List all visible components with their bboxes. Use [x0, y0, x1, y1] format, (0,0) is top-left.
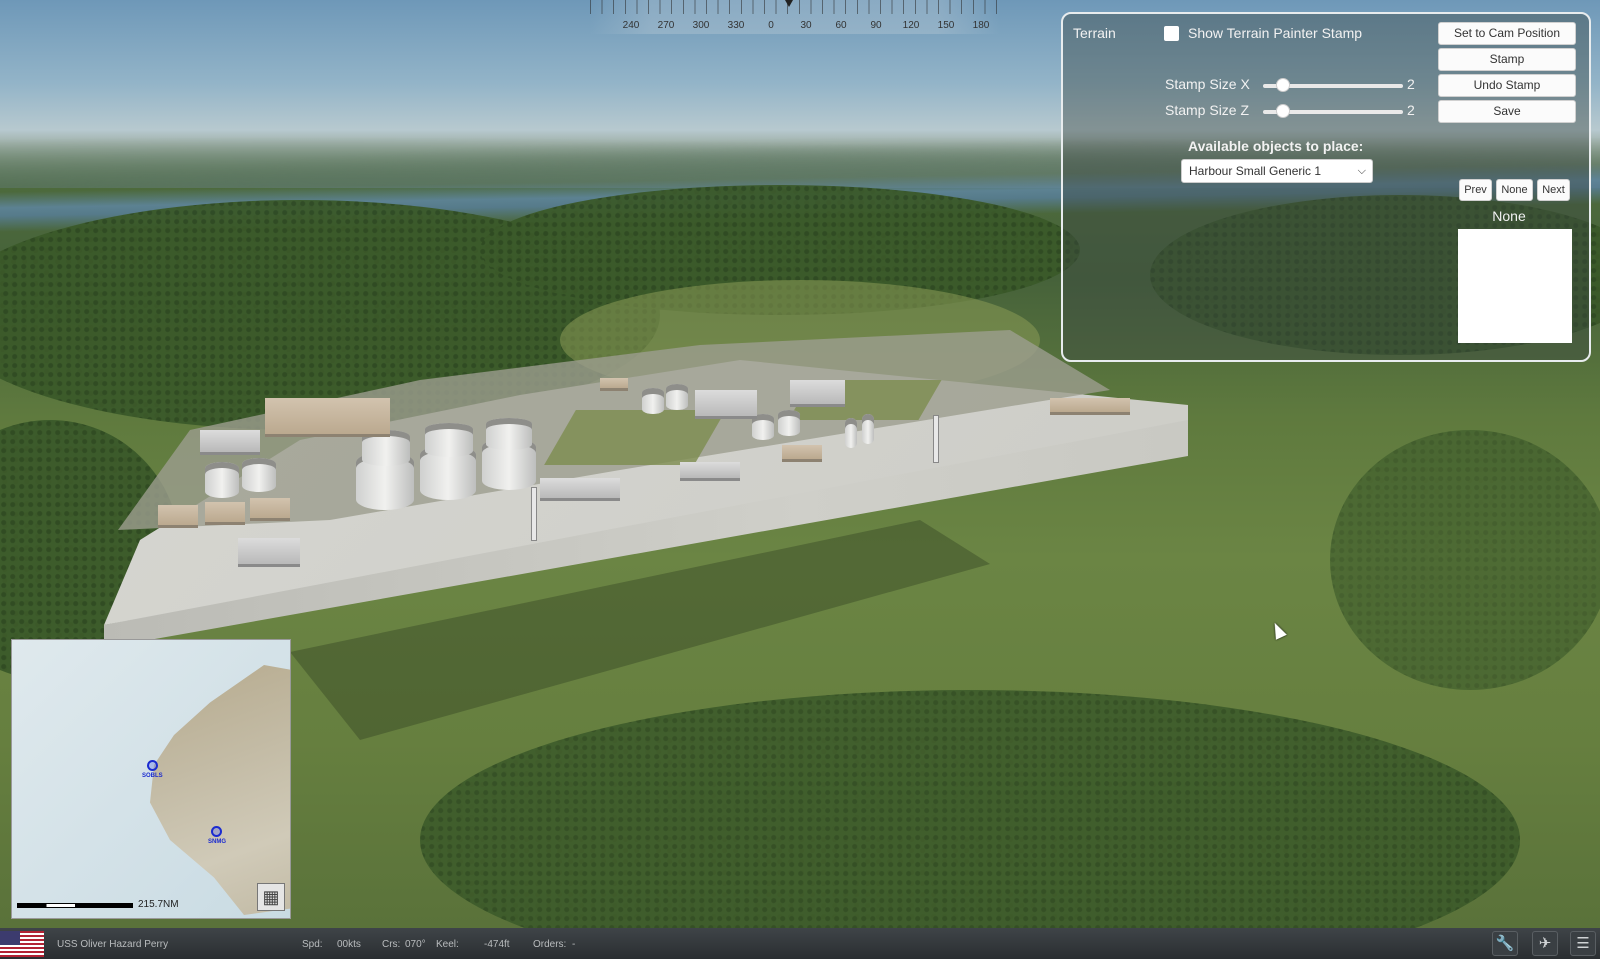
fuel-tank: [242, 458, 276, 492]
show-stamp-checkbox[interactable]: [1164, 26, 1179, 41]
stamp-size-x-slider[interactable]: [1263, 78, 1403, 92]
fuel-tank: [862, 414, 874, 444]
keel-value: -474ft: [484, 939, 510, 950]
slider-thumb[interactable]: [1275, 78, 1290, 92]
stamp-size-z-slider[interactable]: [1263, 104, 1403, 118]
preview-label: None: [1492, 208, 1526, 224]
building: [1050, 398, 1130, 412]
orders-value: -: [572, 939, 576, 950]
prev-button[interactable]: Prev: [1459, 179, 1492, 201]
chevron-down-icon: ⌵: [1357, 165, 1366, 177]
fuel-tank: [778, 410, 800, 436]
compass-pointer: [785, 0, 793, 7]
orders-label: Orders:: [533, 939, 567, 950]
fuel-tank: [845, 418, 857, 448]
building: [600, 378, 628, 388]
warehouse: [265, 398, 390, 434]
stamp-size-z-value: 2: [1407, 102, 1415, 118]
stamp-size-x-label: Stamp Size X: [1165, 76, 1250, 92]
shed: [680, 462, 740, 478]
terrain-panel: Terrain Show Terrain Painter Stamp Set t…: [1061, 12, 1591, 362]
fuel-tank: [642, 388, 664, 414]
speed-value: 00kts: [337, 939, 361, 950]
compass-label: 240: [622, 20, 640, 31]
undo-stamp-button[interactable]: Undo Stamp: [1438, 74, 1576, 97]
compass-label: 270: [657, 20, 675, 31]
object-select-value: Harbour Small Generic 1: [1189, 164, 1322, 178]
wrench-icon[interactable]: 🔧: [1492, 931, 1518, 956]
show-stamp-label[interactable]: Show Terrain Painter Stamp: [1188, 25, 1362, 41]
shed: [540, 478, 620, 498]
panel-title: Terrain: [1073, 25, 1116, 41]
unit-marker[interactable]: [211, 826, 222, 837]
compass-label: 330: [727, 20, 745, 31]
compass-label: 90: [870, 20, 882, 31]
building: [782, 445, 822, 459]
list-icon[interactable]: ☰: [1570, 931, 1596, 956]
grid-icon[interactable]: ▦: [257, 883, 285, 911]
building: [205, 502, 245, 522]
compass-label: 0: [768, 20, 774, 31]
compass-heading-tape: 240 270 300 330 0 30 60 90 120 150 180: [590, 0, 1000, 34]
stamp-size-z-label: Stamp Size Z: [1165, 102, 1250, 118]
building: [200, 430, 260, 452]
fuel-tank: [486, 418, 532, 450]
fuel-tank: [425, 423, 473, 457]
compass-ticks: [590, 0, 1000, 14]
map-landmass: [150, 665, 290, 915]
compass-label: 150: [937, 20, 955, 31]
fuel-tank: [666, 384, 688, 410]
unit-marker-label: SOBLS: [142, 773, 163, 779]
shed: [790, 380, 845, 404]
object-select[interactable]: Harbour Small Generic 1 ⌵: [1181, 159, 1373, 183]
building: [250, 498, 290, 518]
course-value: 070°: [405, 939, 426, 950]
speed-label: Spd:: [302, 939, 323, 950]
available-objects-label: Available objects to place:: [1188, 138, 1364, 154]
fuel-tank: [362, 430, 410, 466]
crane: [934, 416, 938, 462]
unit-marker[interactable]: [147, 760, 158, 771]
fuel-tank: [752, 414, 774, 440]
keel-label: Keel:: [436, 939, 459, 950]
compass-label: 300: [692, 20, 710, 31]
fuel-tank: [205, 462, 239, 498]
compass-label: 30: [800, 20, 812, 31]
compass-label: 60: [835, 20, 847, 31]
scale-bar: [17, 903, 133, 908]
us-flag-icon: [0, 931, 44, 957]
aircraft-icon[interactable]: ✈: [1532, 931, 1558, 956]
course-label: Crs:: [382, 939, 401, 950]
status-bar: USS Oliver Hazard Perry Spd: 00kts Crs: …: [0, 928, 1600, 959]
unit-name[interactable]: USS Oliver Hazard Perry: [57, 939, 168, 950]
compass-label: 120: [902, 20, 920, 31]
unit-marker-label: SNMG: [208, 839, 226, 845]
set-to-cam-position-button[interactable]: Set to Cam Position: [1438, 22, 1576, 45]
building: [158, 505, 198, 525]
none-button[interactable]: None: [1496, 179, 1533, 201]
shed: [695, 390, 757, 416]
slider-thumb[interactable]: [1275, 104, 1290, 118]
crane: [532, 488, 536, 540]
save-button[interactable]: Save: [1438, 100, 1576, 123]
stamp-button[interactable]: Stamp: [1438, 48, 1576, 71]
grass-patch: [544, 410, 726, 465]
scale-text: 215.7NM: [138, 899, 179, 910]
building: [238, 538, 300, 564]
next-button[interactable]: Next: [1537, 179, 1570, 201]
minimap[interactable]: SOBLS SNMG 215.7NM ▦: [11, 639, 291, 919]
compass-label: 180: [972, 20, 990, 31]
object-preview: [1458, 229, 1572, 343]
stamp-size-x-value: 2: [1407, 76, 1415, 92]
